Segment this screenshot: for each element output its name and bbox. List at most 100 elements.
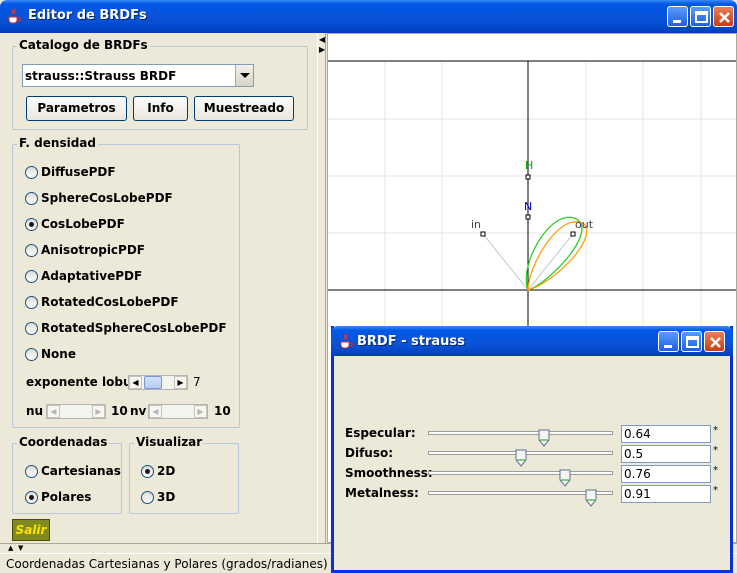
scroll-left-icon: ◀ — [47, 405, 60, 418]
radio-label: SphereCosLobePDF — [41, 191, 173, 205]
param-label: Difuso: — [345, 446, 394, 460]
in-marker[interactable] — [480, 231, 486, 237]
exponent-label: exponente lobulo — [26, 375, 144, 389]
nv-value: 10 — [214, 404, 231, 418]
java-cup-icon — [340, 333, 353, 349]
vertical-splitter[interactable]: ◀ ▶ — [317, 33, 326, 543]
param-row-difuso: Difuso: 0.5 * — [345, 445, 725, 467]
close-icon — [719, 12, 730, 23]
dropdown-button[interactable] — [235, 65, 253, 86]
radio-button[interactable] — [25, 192, 38, 205]
exponent-value: 7 — [193, 375, 201, 389]
radio-label: 3D — [157, 490, 176, 504]
brdf-select[interactable]: strauss::Strauss BRDF — [22, 64, 254, 87]
brdf-select-value: strauss::Strauss BRDF — [25, 69, 177, 83]
param-value-field[interactable]: 0.5 — [621, 445, 711, 463]
nu-scrollbar: ◀ ▶ — [46, 404, 106, 419]
modified-marker: * — [713, 485, 718, 496]
param-row-metalness: Metalness: 0.91 * — [345, 485, 725, 507]
param-slider[interactable] — [428, 489, 613, 507]
modified-marker: * — [713, 425, 718, 436]
h-marker[interactable] — [525, 174, 531, 180]
in-label: in — [471, 218, 481, 231]
java-cup-icon — [8, 8, 21, 24]
muestreado-button[interactable]: Muestreado — [194, 96, 294, 121]
radio-button[interactable] — [25, 296, 38, 309]
radio-button[interactable] — [141, 491, 154, 504]
radio-button-selected[interactable] — [25, 218, 38, 231]
radio-button-selected[interactable] — [25, 491, 38, 504]
radio-label: None — [41, 347, 76, 361]
param-label: Smoothness: — [345, 466, 433, 480]
nu-label: nu — [26, 404, 44, 418]
minimize-button[interactable] — [667, 6, 688, 27]
maximize-icon — [695, 11, 708, 23]
nv-label: nv — [130, 404, 147, 418]
param-value-field[interactable]: 0.64 — [621, 425, 711, 443]
radio-button[interactable] — [25, 166, 38, 179]
density-group-title: F. densidad — [17, 136, 98, 150]
param-slider[interactable] — [428, 449, 613, 467]
radio-label: Cartesianas — [41, 464, 121, 478]
radio-button-selected[interactable] — [141, 465, 154, 478]
dialog-close-button[interactable] — [704, 331, 725, 352]
radio-label: Polares — [41, 490, 92, 504]
catalog-group-title: Catalogo de BRDFs — [17, 38, 150, 52]
close-button[interactable] — [713, 6, 734, 27]
dropdown-arrow-icon — [240, 73, 250, 78]
radio-button[interactable] — [25, 348, 38, 361]
split-left-arrow-icon[interactable]: ◀ — [319, 35, 325, 44]
scroll-left-icon[interactable]: ◀ — [129, 376, 142, 389]
param-label: Especular: — [345, 426, 416, 440]
radio-label: RotatedCosLobePDF — [41, 295, 179, 309]
nv-scrollbar: ◀ ▶ — [148, 404, 208, 419]
scroll-thumb[interactable] — [144, 376, 162, 389]
param-slider[interactable] — [428, 429, 613, 447]
param-label: Metalness: — [345, 486, 419, 500]
radio-label: AdaptativePDF — [41, 269, 143, 283]
param-value-field[interactable]: 0.76 — [621, 465, 711, 483]
exponent-scrollbar[interactable]: ◀ ▶ — [128, 375, 188, 390]
scroll-right-icon: ▶ — [92, 405, 105, 418]
coords-group-title: Coordenadas — [17, 435, 110, 449]
close-icon — [710, 337, 721, 348]
split-up-arrow-icon[interactable]: ▲ — [8, 544, 13, 552]
n-label: N — [524, 200, 532, 213]
nu-value: 10 — [111, 404, 128, 418]
scroll-right-icon[interactable]: ▶ — [174, 376, 187, 389]
radio-label: AnisotropicPDF — [41, 243, 145, 257]
modified-marker: * — [713, 445, 718, 456]
n-marker[interactable] — [525, 214, 531, 220]
radio-label: CosLobePDF — [41, 217, 125, 231]
maximize-button[interactable] — [690, 6, 711, 27]
dialog-maximize-button[interactable] — [681, 331, 702, 352]
radio-button[interactable] — [25, 270, 38, 283]
scroll-right-icon: ▶ — [194, 405, 207, 418]
salir-button[interactable]: Salir — [12, 519, 50, 541]
param-row-smoothness: Smoothness: 0.76 * — [345, 465, 725, 487]
out-marker[interactable] — [570, 231, 576, 237]
out-label: out — [575, 218, 594, 231]
param-row-especular: Especular: 0.64 * — [345, 425, 725, 447]
split-right-arrow-icon[interactable]: ▶ — [319, 45, 325, 54]
radio-button[interactable] — [25, 465, 38, 478]
parametros-button[interactable]: Parametros — [26, 96, 127, 121]
maximize-icon — [686, 336, 699, 348]
h-label: H — [525, 159, 533, 172]
dialog-minimize-button[interactable] — [658, 331, 679, 352]
main-title-bar: Editor de BRDFs — [0, 0, 737, 33]
info-button[interactable]: Info — [133, 96, 188, 121]
brdf-dialog-title-bar: BRDF - strauss — [331, 326, 733, 356]
radio-label: RotatedSphereCosLobePDF — [41, 321, 227, 335]
minimize-icon — [664, 345, 672, 348]
visualize-group-title: Visualizar — [134, 435, 205, 449]
param-slider[interactable] — [428, 469, 613, 487]
window-title: Editor de BRDFs — [28, 8, 147, 23]
split-down-arrow-icon[interactable]: ▼ — [18, 544, 23, 552]
radio-button[interactable] — [25, 322, 38, 335]
radio-label: 2D — [157, 464, 176, 478]
modified-marker: * — [713, 465, 718, 476]
slider-thumb[interactable] — [585, 489, 597, 507]
radio-button[interactable] — [25, 244, 38, 257]
param-value-field[interactable]: 0.91 — [621, 485, 711, 503]
